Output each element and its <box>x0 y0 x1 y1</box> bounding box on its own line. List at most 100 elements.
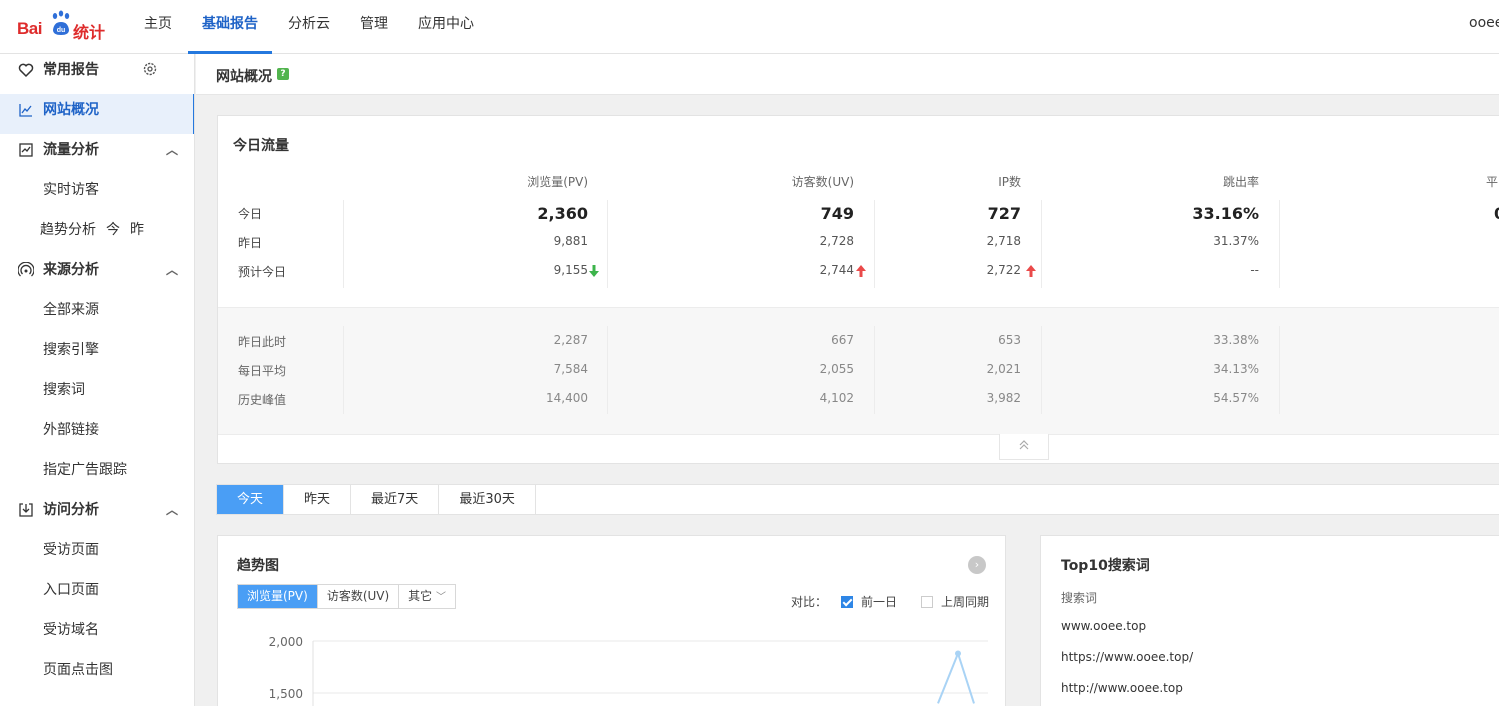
today-avg: 0 <box>1494 204 1499 223</box>
svg-text:du: du <box>57 27 66 34</box>
tab-yesterday[interactable]: 昨天 <box>284 485 352 514</box>
avg-bounce: 34.13% <box>1213 362 1259 376</box>
date-range-tabs: 今天 昨天 最近7天 最近30天 <box>216 484 1499 515</box>
row-label-yesterday: 昨日 <box>238 236 263 250</box>
sidebar-item-label: 全部来源 <box>43 302 99 318</box>
gear-icon[interactable] <box>141 60 159 78</box>
compare-label: 对比： <box>791 595 828 609</box>
collapse-button[interactable] <box>999 434 1049 460</box>
trend-card: 趋势图 › 浏览量(PV) 访客数(UV) 其它 ﹀ 对比： 前一日 上周同期 … <box>217 535 1006 706</box>
main-nav: 主页 基础报告 分析云 管理 应用中心 <box>130 0 490 54</box>
nav-home[interactable]: 主页 <box>130 0 186 54</box>
help-icon[interactable]: ? <box>277 68 289 80</box>
chevron-up-icon[interactable]: ︿ <box>166 494 178 526</box>
ysame-uv: 667 <box>831 333 854 347</box>
yesterday-pv: 9,881 <box>553 234 588 248</box>
list-item[interactable]: www.ooee.top <box>1061 619 1146 633</box>
compare-prev-day-label: 前一日 <box>861 595 898 609</box>
sidebar-item-label: 访问分析 <box>43 502 99 518</box>
row-label-yesterday-same-time: 昨日此时 <box>238 335 287 349</box>
trend-line-chart: 2,000 1,500 <box>269 635 988 706</box>
user-name[interactable]: ooee <box>1469 15 1499 31</box>
col-header-pv: 浏览量(PV) <box>527 175 588 189</box>
tab-today[interactable]: 今天 <box>217 485 285 514</box>
chevron-up-icon[interactable]: ︿ <box>166 254 178 286</box>
sidebar-item-label: 网站概况 <box>43 102 99 118</box>
row-label-forecast: 预计今日 <box>238 265 287 279</box>
sidebar-item-label: 常用报告 <box>43 62 99 78</box>
chevron-right-icon[interactable]: › <box>968 556 986 574</box>
sidebar-item-label: 流量分析 <box>43 142 99 158</box>
top10-search-words-card: Top10搜索词 搜索词 www.ooee.top https://www.oo… <box>1040 535 1499 706</box>
col-header-bounce: 跳出率 <box>1222 175 1259 189</box>
sidebar-item-ad-tracking[interactable]: 指定广告跟踪 <box>0 454 194 494</box>
nav-manage[interactable]: 管理 <box>346 0 402 54</box>
sidebar-item-label: 搜索词 <box>43 382 85 398</box>
sidebar-item-traffic[interactable]: 流量分析 ︿ <box>0 134 194 174</box>
forecast-pv: 9,155 <box>553 263 588 277</box>
row-label-history-peak: 历史峰值 <box>238 393 287 407</box>
avg-uv: 2,055 <box>819 362 854 376</box>
forecast-ip: 2,722 <box>986 263 1021 277</box>
sidebar-item-label: 来源分析 <box>43 262 99 278</box>
signal-icon <box>18 262 34 277</box>
sidebar-item-all-sources[interactable]: 全部来源 <box>0 294 194 334</box>
tab-last-7-days[interactable]: 最近7天 <box>351 485 440 514</box>
page-header: 网站概况 ? <box>196 54 1499 95</box>
nav-app-center[interactable]: 应用中心 <box>404 0 488 54</box>
metric-other-select[interactable]: 其它 ﹀ <box>399 585 455 608</box>
sidebar-item-external-links[interactable]: 外部链接 <box>0 414 194 454</box>
metric-pv-button[interactable]: 浏览量(PV) <box>238 585 318 608</box>
sidebar-item-search-engine[interactable]: 搜索引擎 <box>0 334 194 374</box>
yesterday-bounce: 31.37% <box>1213 234 1259 248</box>
sidebar-item-favorites[interactable]: 常用报告 <box>0 54 194 94</box>
sidebar-item-label: 指定广告跟踪 <box>43 462 127 478</box>
nav-analysis-cloud[interactable]: 分析云 <box>274 0 344 54</box>
sidebar-item-visit[interactable]: 访问分析 ︿ <box>0 494 194 534</box>
trend-today-link[interactable]: 今 <box>106 214 120 246</box>
sidebar-item-search-words[interactable]: 搜索词 <box>0 374 194 414</box>
sidebar-item-visited-pages[interactable]: 受访页面 <box>0 534 194 574</box>
peak-ip: 3,982 <box>986 391 1021 405</box>
col-header-search-word: 搜索词 <box>1061 591 1098 605</box>
baidu-tongji-logo[interactable]: Bai du 统计 <box>17 10 107 42</box>
tab-last-30-days[interactable]: 最近30天 <box>439 485 536 514</box>
sidebar-item-visited-domains[interactable]: 受访域名 <box>0 614 194 654</box>
sidebar-item-label: 趋势分析 <box>40 222 96 238</box>
list-item[interactable]: http://www.ooee.top <box>1061 681 1183 695</box>
line-chart-icon <box>19 104 32 117</box>
row-label-daily-average: 每日平均 <box>238 364 287 378</box>
page-title: 网站概况 <box>216 69 272 85</box>
today-ip: 727 <box>987 204 1021 223</box>
sidebar-item-click-map[interactable]: 页面点击图 <box>0 654 194 694</box>
traffic-chart-icon <box>19 143 33 157</box>
metric-uv-button[interactable]: 访客数(UV) <box>318 585 400 608</box>
peak-uv: 4,102 <box>819 391 854 405</box>
sidebar-item-trend[interactable]: 趋势分析 今 昨 <box>0 214 194 254</box>
logo-text: Bai <box>17 19 42 38</box>
y-tick-label: 1,500 <box>269 687 303 701</box>
sidebar-item-label: 受访域名 <box>43 622 99 638</box>
yesterday-uv: 2,728 <box>819 234 854 248</box>
data-point[interactable] <box>955 650 961 657</box>
sidebar-item-label: 受访页面 <box>43 542 99 558</box>
arrow-up-icon <box>856 265 866 277</box>
top-navigation-bar: Bai du 统计 主页 基础报告 分析云 管理 应用中心 ooee <box>0 0 1499 54</box>
card-title: Top10搜索词 <box>1061 558 1150 574</box>
row-label-today: 今日 <box>238 207 263 221</box>
sidebar-item-realtime[interactable]: 实时访客 <box>0 174 194 214</box>
compare-last-week-checkbox[interactable] <box>921 595 934 608</box>
col-header-ip: IP数 <box>998 175 1021 189</box>
avg-ip: 2,021 <box>986 362 1021 376</box>
sidebar-item-label: 搜索引擎 <box>43 342 99 358</box>
history-panel: 昨日此时 2,287 667 653 33.38% 每日平均 7,584 2,0… <box>218 307 1499 435</box>
col-header-uv: 访客数(UV) <box>791 175 854 189</box>
sidebar-item-source[interactable]: 来源分析 ︿ <box>0 254 194 294</box>
chevron-up-icon[interactable]: ︿ <box>166 134 178 166</box>
list-item[interactable]: https://www.ooee.top/ <box>1061 650 1193 664</box>
compare-prev-day-checkbox[interactable] <box>841 595 854 608</box>
trend-yesterday-link[interactable]: 昨 <box>130 214 144 246</box>
sidebar-item-entry-pages[interactable]: 入口页面 <box>0 574 194 614</box>
nav-basic-reports[interactable]: 基础报告 <box>188 0 272 54</box>
sidebar-item-overview[interactable]: 网站概况 <box>0 94 194 134</box>
